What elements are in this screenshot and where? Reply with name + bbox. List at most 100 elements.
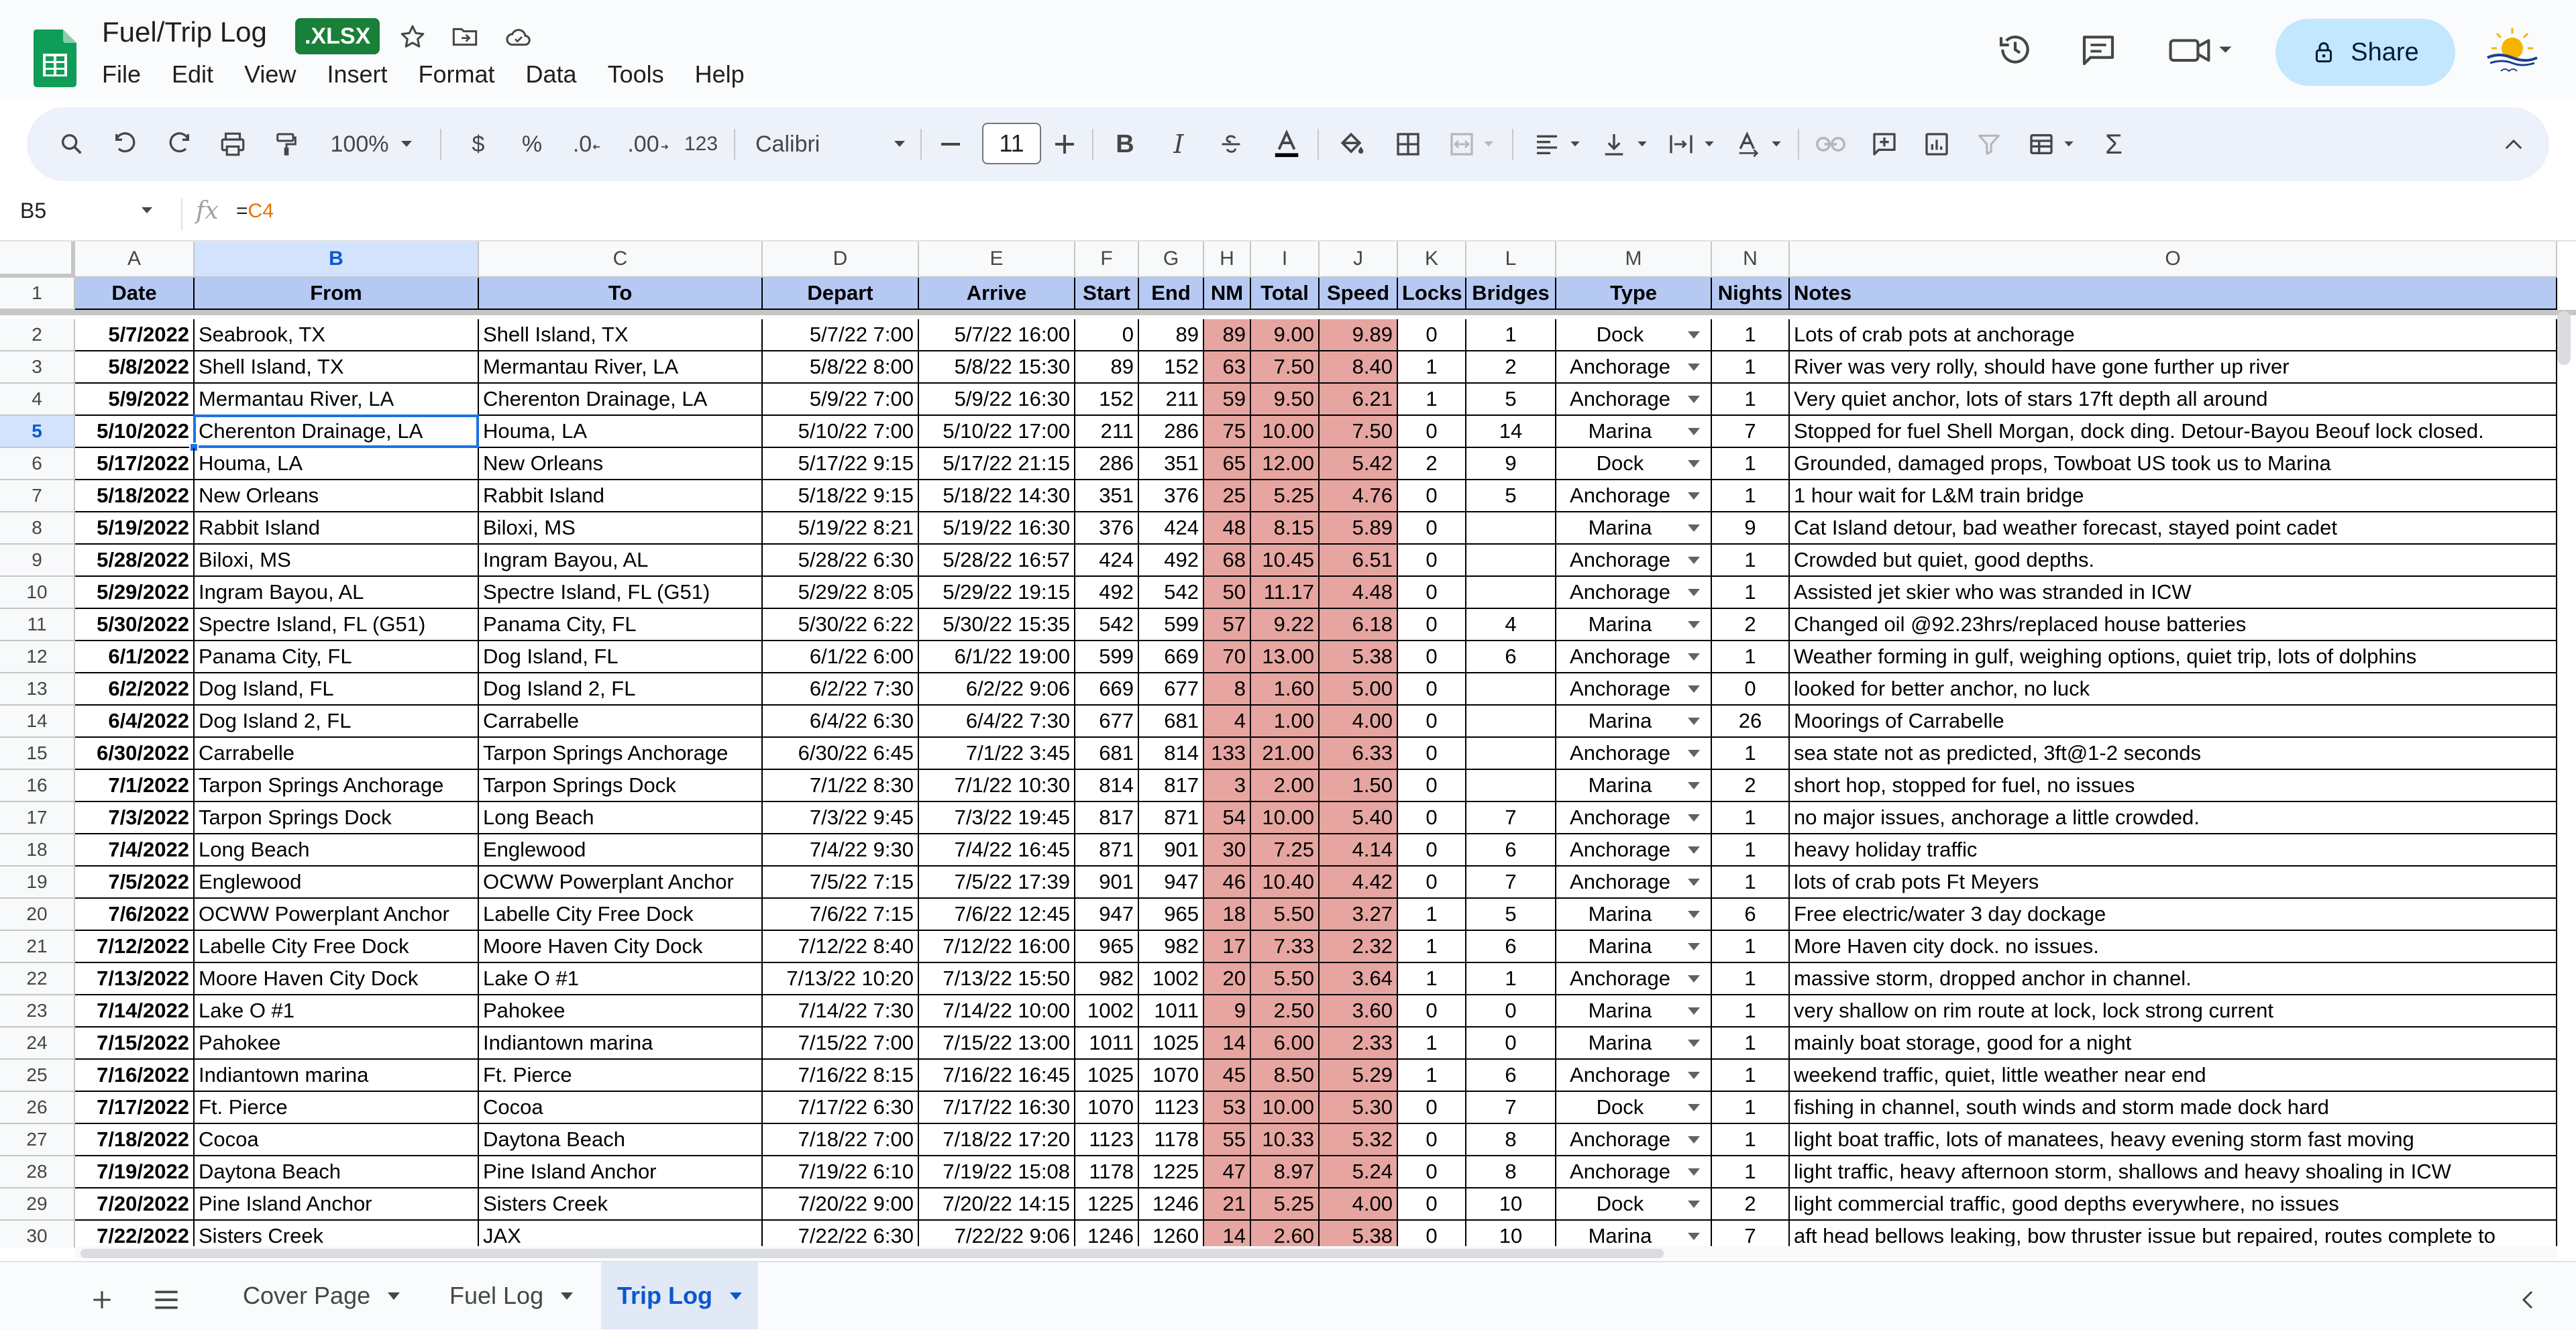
row-header[interactable]: 24 (0, 1028, 75, 1060)
menu-tools[interactable]: Tools (608, 60, 664, 89)
cell-i27[interactable]: 10.33 (1251, 1124, 1320, 1156)
share-button[interactable]: Share (2275, 19, 2455, 86)
cell-d18[interactable]: 7/4/22 9:30 (763, 834, 919, 867)
cell-f5[interactable]: 211 (1075, 416, 1139, 448)
cell-b12[interactable]: Panama City, FL (195, 641, 479, 673)
dropdown-chip-arrow-icon[interactable] (1688, 396, 1700, 403)
cell-g25[interactable]: 1070 (1139, 1060, 1204, 1092)
cell-k19[interactable]: 0 (1398, 867, 1466, 899)
cell-m19[interactable]: Anchorage (1556, 867, 1712, 899)
cell-l26[interactable]: 7 (1466, 1092, 1556, 1124)
cell-e26[interactable]: 7/17/22 16:30 (919, 1092, 1075, 1124)
cell-i3[interactable]: 7.50 (1251, 351, 1320, 384)
cell-n23[interactable]: 1 (1712, 995, 1790, 1028)
cell-f9[interactable]: 424 (1075, 545, 1139, 577)
cell-l13[interactable] (1466, 673, 1556, 706)
cell-i24[interactable]: 6.00 (1251, 1028, 1320, 1060)
cell-g16[interactable]: 817 (1139, 770, 1204, 802)
cell-c22[interactable]: Lake O #1 (479, 963, 763, 995)
all-sheets-icon[interactable] (148, 1281, 185, 1319)
cell-a21[interactable]: 7/12/2022 (75, 931, 195, 963)
dropdown-chip-arrow-icon[interactable] (1688, 750, 1700, 757)
cell-g29[interactable]: 1246 (1139, 1188, 1204, 1221)
cell-o16[interactable]: short hop, stopped for fuel, no issues (1790, 770, 2557, 802)
cell-b27[interactable]: Cocoa (195, 1124, 479, 1156)
cell-c27[interactable]: Daytona Beach (479, 1124, 763, 1156)
row-header[interactable]: 30 (0, 1221, 75, 1248)
cell-f20[interactable]: 947 (1075, 899, 1139, 931)
cell-g24[interactable]: 1025 (1139, 1028, 1204, 1060)
cell-h16[interactable]: 3 (1204, 770, 1251, 802)
dropdown-chip-arrow-icon[interactable] (1688, 1136, 1700, 1144)
dropdown-chip-arrow-icon[interactable] (1688, 364, 1700, 371)
cell-l11[interactable]: 4 (1466, 609, 1556, 641)
cell-k30[interactable]: 0 (1398, 1221, 1466, 1248)
cell-b23[interactable]: Lake O #1 (195, 995, 479, 1028)
cell-n8[interactable]: 9 (1712, 512, 1790, 545)
cell-c9[interactable]: Ingram Bayou, AL (479, 545, 763, 577)
dropdown-chip-arrow-icon[interactable] (1688, 460, 1700, 467)
row-header[interactable]: 10 (0, 577, 75, 609)
cell-m29[interactable]: Dock (1556, 1188, 1712, 1221)
cell-e3[interactable]: 5/8/22 15:30 (919, 351, 1075, 384)
account-avatar[interactable] (2482, 24, 2542, 78)
cell-o2[interactable]: Lots of crab pots at anchorage (1790, 319, 2557, 351)
cell-a15[interactable]: 6/30/2022 (75, 738, 195, 770)
cell-f12[interactable]: 599 (1075, 641, 1139, 673)
cell-h26[interactable]: 53 (1204, 1092, 1251, 1124)
header-cell[interactable]: End (1139, 278, 1204, 310)
cell-m3[interactable]: Anchorage (1556, 351, 1712, 384)
cell-i9[interactable]: 10.45 (1251, 545, 1320, 577)
cell-m22[interactable]: Anchorage (1556, 963, 1712, 995)
cell-l2[interactable]: 1 (1466, 319, 1556, 351)
cell-k20[interactable]: 1 (1398, 899, 1466, 931)
cell-a11[interactable]: 5/30/2022 (75, 609, 195, 641)
cell-a20[interactable]: 7/6/2022 (75, 899, 195, 931)
cell-l28[interactable]: 8 (1466, 1156, 1556, 1188)
menu-format[interactable]: Format (419, 60, 495, 89)
cell-d25[interactable]: 7/16/22 8:15 (763, 1060, 919, 1092)
cell-f13[interactable]: 669 (1075, 673, 1139, 706)
cell-l10[interactable] (1466, 577, 1556, 609)
cell-b22[interactable]: Moore Haven City Dock (195, 963, 479, 995)
dropdown-chip-arrow-icon[interactable] (1688, 1104, 1700, 1111)
row-header[interactable]: 28 (0, 1156, 75, 1188)
cell-b29[interactable]: Pine Island Anchor (195, 1188, 479, 1221)
cell-o7[interactable]: 1 hour wait for L&M train bridge (1790, 480, 2557, 512)
row-header[interactable]: 5 (0, 416, 75, 448)
cell-o27[interactable]: light boat traffic, lots of manatees, he… (1790, 1124, 2557, 1156)
column-header-c[interactable]: C (479, 241, 763, 278)
cell-d11[interactable]: 5/30/22 6:22 (763, 609, 919, 641)
column-header-l[interactable]: L (1466, 241, 1556, 278)
cell-k26[interactable]: 0 (1398, 1092, 1466, 1124)
cell-f6[interactable]: 286 (1075, 448, 1139, 480)
header-cell[interactable]: Type (1556, 278, 1712, 310)
cell-b26[interactable]: Ft. Pierce (195, 1092, 479, 1124)
menu-edit[interactable]: Edit (172, 60, 213, 89)
sheets-logo-icon[interactable] (34, 30, 76, 87)
cell-d3[interactable]: 5/8/22 8:00 (763, 351, 919, 384)
cell-b13[interactable]: Dog Island, FL (195, 673, 479, 706)
dropdown-chip-arrow-icon[interactable] (1688, 879, 1700, 886)
header-cell[interactable]: Start (1075, 278, 1139, 310)
cell-o20[interactable]: Free electric/water 3 day dockage (1790, 899, 2557, 931)
cell-o30[interactable]: aft head bellows leaking, bow thruster i… (1790, 1221, 2557, 1248)
cell-l17[interactable]: 7 (1466, 802, 1556, 834)
insert-comment-icon[interactable] (1868, 124, 1901, 164)
header-cell[interactable]: Total (1251, 278, 1320, 310)
cell-a26[interactable]: 7/17/2022 (75, 1092, 195, 1124)
cell-h14[interactable]: 4 (1204, 706, 1251, 738)
sheet-explore-collapse-icon[interactable] (2509, 1281, 2546, 1319)
cell-n22[interactable]: 1 (1712, 963, 1790, 995)
dropdown-chip-arrow-icon[interactable] (1688, 1007, 1700, 1015)
cell-o5[interactable]: Stopped for fuel Shell Morgan, dock ding… (1790, 416, 2557, 448)
chevron-down-icon[interactable] (388, 1292, 400, 1300)
cell-n29[interactable]: 2 (1712, 1188, 1790, 1221)
cell-m7[interactable]: Anchorage (1556, 480, 1712, 512)
cell-l8[interactable] (1466, 512, 1556, 545)
horizontal-scrollbar[interactable] (80, 1249, 1664, 1258)
header-cell[interactable]: Date (75, 278, 195, 310)
header-cell[interactable]: To (479, 278, 763, 310)
cell-a29[interactable]: 7/20/2022 (75, 1188, 195, 1221)
cell-d6[interactable]: 5/17/22 9:15 (763, 448, 919, 480)
